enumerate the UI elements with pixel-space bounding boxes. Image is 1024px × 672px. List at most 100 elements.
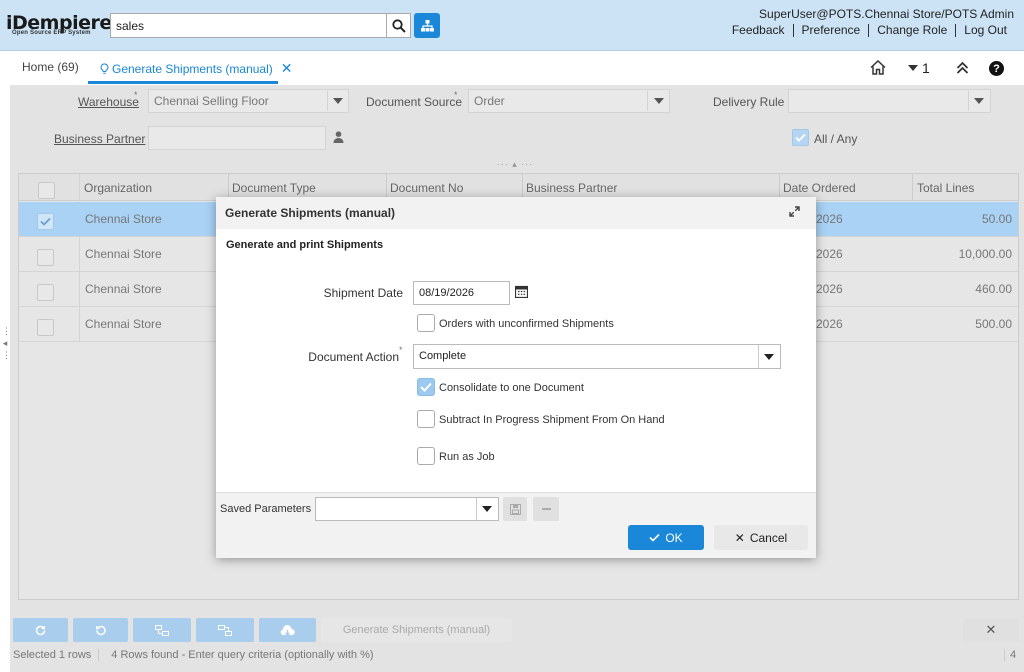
cancel-button[interactable]: ✕ Cancel <box>714 525 808 550</box>
tab-home[interactable]: Home (69) <box>22 60 79 74</box>
window-list-dropdown[interactable]: 1 <box>908 60 930 76</box>
cell-date-ordered: 2026 <box>816 317 843 331</box>
column-date-ordered[interactable]: Date Ordered <box>783 181 856 195</box>
grid-col-divider <box>912 174 913 201</box>
document-source-label: Document Source <box>366 95 463 109</box>
preference-link[interactable]: Preference <box>792 24 869 37</box>
change-role-link[interactable]: Change Role <box>868 24 955 37</box>
process-dialog: Generate Shipments (manual) Generate and… <box>216 197 816 558</box>
feedback-link[interactable]: Feedback <box>724 24 793 37</box>
tab-bar: Home (69) Generate Shipments (manual) ✕ … <box>0 51 1024 85</box>
deselect-all-icon <box>218 624 232 636</box>
all-any-label: All / Any <box>814 132 858 146</box>
sitemap-icon <box>420 19 434 31</box>
warehouse-field[interactable]: Chennai Selling Floor <box>148 89 349 113</box>
business-partner-label: Business Partner <box>54 132 146 146</box>
left-splitter[interactable]: ⋮ ◂ ⋮ <box>2 325 11 400</box>
column-total-lines[interactable]: Total Lines <box>917 181 974 195</box>
run-as-job-checkbox[interactable] <box>417 447 435 465</box>
tab-generate-label: Generate Shipments (manual) <box>112 61 273 76</box>
document-source-field[interactable]: Order <box>468 89 670 113</box>
select-all-button[interactable] <box>133 618 191 642</box>
close-window-button[interactable]: ✕ <box>963 618 1019 642</box>
delivery-rule-dropdown-icon[interactable] <box>974 98 984 104</box>
refresh-button[interactable] <box>13 618 68 642</box>
cell-organization: Chennai Store <box>85 317 162 331</box>
column-document-no[interactable]: Document No <box>390 181 463 195</box>
cancel-label: Cancel <box>749 530 788 545</box>
delivery-rule-label: Delivery Rule <box>713 95 785 109</box>
delivery-divider <box>968 91 969 111</box>
calendar-icon <box>514 285 529 299</box>
dialog-titlebar[interactable]: Generate Shipments (manual) <box>216 197 816 229</box>
export-button[interactable] <box>259 618 316 642</box>
delivery-rule-field[interactable] <box>788 89 991 113</box>
consolidate-label: Consolidate to one Document <box>439 382 584 394</box>
save-icon <box>509 503 521 515</box>
help-button[interactable]: ? <box>989 61 1004 76</box>
required-marker: * <box>399 345 403 355</box>
consolidate-checkbox[interactable] <box>417 378 435 396</box>
chevron-down-icon <box>482 506 492 512</box>
close-tab-icon[interactable]: ✕ <box>281 60 293 77</box>
document-action-select[interactable]: Complete <box>413 344 781 369</box>
maximize-button[interactable] <box>789 206 800 220</box>
search-input[interactable] <box>110 13 387 38</box>
shipment-date-input[interactable] <box>413 281 510 305</box>
row-select-checkbox[interactable] <box>37 249 54 266</box>
subtract-in-progress-label: Subtract In Progress Shipment From On Ha… <box>439 414 665 426</box>
run-as-job-label: Run as Job <box>439 451 495 463</box>
reset-button[interactable] <box>73 618 128 642</box>
record-count: 4 <box>1004 649 1016 661</box>
dialog-title: Generate Shipments (manual) <box>225 206 396 220</box>
date-picker-button[interactable] <box>514 285 529 301</box>
active-tab-indicator <box>88 81 278 84</box>
select-all-checkbox[interactable] <box>38 182 55 199</box>
user-info: SuperUser@POTS.Chennai Store/POTS Admin <box>759 7 1014 21</box>
check-icon <box>649 533 660 542</box>
search-button[interactable] <box>386 13 411 38</box>
logout-link[interactable]: Log Out <box>955 24 1015 37</box>
rows-found-text: 4 Rows found - Enter query criteria (opt… <box>111 649 374 661</box>
row-select-checkbox[interactable] <box>37 319 54 336</box>
business-partner-lookup-button[interactable] <box>333 131 344 146</box>
save-parameters-button[interactable] <box>503 497 527 521</box>
all-any-checkbox[interactable] <box>792 129 809 146</box>
deselect-all-button[interactable] <box>196 618 254 642</box>
column-organization[interactable]: Organization <box>84 181 152 195</box>
ok-button[interactable]: OK <box>628 525 704 550</box>
dialog-description: Generate and print Shipments <box>226 239 384 251</box>
cell-organization: Chennai Store <box>85 282 162 296</box>
delete-parameters-button[interactable] <box>533 497 559 521</box>
shipment-date-label: Shipment Date <box>323 286 403 300</box>
double-chevron-up-icon <box>956 61 969 74</box>
cell-date-ordered: 2026 <box>816 247 843 261</box>
status-bar: Selected 1 rows 4 Rows found - Enter que… <box>13 649 374 661</box>
subtract-in-progress-checkbox[interactable] <box>417 410 435 428</box>
row-select-checkbox[interactable] <box>37 213 54 230</box>
caret-down-icon <box>908 65 918 71</box>
row-select-checkbox[interactable] <box>37 284 54 301</box>
column-document-type[interactable]: Document Type <box>232 181 316 195</box>
panel-splitter[interactable]: ··· ▴ ··· <box>480 159 550 169</box>
check-icon <box>420 382 432 392</box>
home-button[interactable] <box>870 59 886 78</box>
warehouse-dropdown-icon[interactable] <box>333 98 343 104</box>
cell-total-lines: 50.00 <box>981 212 1012 226</box>
business-partner-field[interactable] <box>148 126 326 150</box>
search-icon <box>391 18 406 33</box>
cell-date-ordered: 2026 <box>816 212 843 226</box>
unconfirmed-shipments-checkbox[interactable] <box>417 314 435 332</box>
menu-tree-button[interactable] <box>414 13 440 38</box>
generate-shipments-button[interactable]: Generate Shipments (manual) <box>321 618 512 642</box>
record-count-value: 4 <box>1010 649 1017 661</box>
chevron-down-icon <box>764 354 774 360</box>
saved-parameters-select[interactable] <box>315 497 499 521</box>
tab-generate-shipments[interactable]: Generate Shipments (manual) ✕ <box>100 60 292 77</box>
select-all-icon <box>155 624 169 636</box>
collapse-button[interactable] <box>956 61 969 77</box>
close-icon: ✕ <box>985 622 997 637</box>
document-action-value: Complete <box>419 350 467 362</box>
column-business-partner[interactable]: Business Partner <box>526 181 617 195</box>
document-source-dropdown-icon[interactable] <box>654 98 664 104</box>
